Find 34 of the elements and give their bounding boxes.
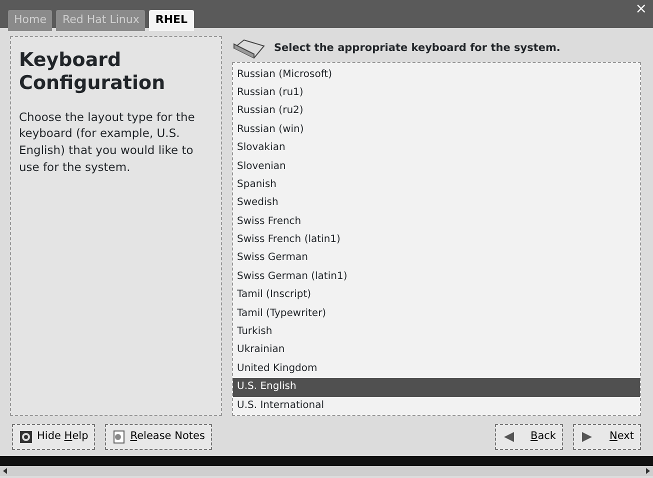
keyboard-item[interactable]: Swedish (233, 194, 640, 213)
help-text: Choose the layout type for the keyboard (for example, U.S. English) that you would like to use for the system. (19, 108, 196, 176)
keyboard-item[interactable]: Russian (ru2) (233, 102, 640, 121)
keyboard-item[interactable]: U.S. International (233, 396, 640, 415)
keyboard-item[interactable]: Slovenian (233, 158, 640, 176)
keyboard-item[interactable]: Swiss German (latin1) (233, 268, 640, 286)
keyboard-item[interactable]: U.S. English (233, 378, 640, 397)
tab[interactable]: RHEL (149, 10, 194, 30)
next-arrow-icon (580, 430, 594, 444)
keyboard-icon (232, 38, 266, 60)
keyboard-item[interactable]: Swiss French (233, 212, 640, 232)
document-icon (112, 430, 126, 444)
back-arrow-icon (502, 430, 516, 444)
help-title: Keyboard Configuration (19, 49, 166, 95)
keyboard-item[interactable]: Russian (Microsoft) (233, 66, 640, 84)
release-notes-button[interactable]: Release Notes (105, 424, 212, 450)
keyboard-item[interactable]: Swiss German (233, 249, 640, 268)
keyboard-item[interactable]: Tamil (Typewriter) (233, 304, 640, 324)
close-button[interactable]: × (635, 0, 647, 18)
keyboard-item[interactable]: Russian (ru1) (233, 84, 640, 102)
back-button[interactable]: Back (495, 424, 563, 450)
lifebuoy-icon (19, 430, 33, 444)
hide-help-button[interactable]: Hide Help (12, 424, 96, 450)
keyboard-item[interactable]: United Kingdom (233, 360, 640, 378)
keyboard-item[interactable]: Slovakian (233, 139, 640, 158)
keyboard-item[interactable]: Ukrainian (233, 341, 640, 360)
next-button[interactable]: Next (573, 424, 641, 450)
keyboard-item[interactable]: Turkish (233, 323, 640, 342)
keyboard-item[interactable]: Russian (win) (233, 120, 640, 140)
keyboard-item[interactable]: Swiss French (latin1) (233, 231, 640, 250)
prompt-text: Select the appropriate keyboard for the system. (274, 40, 560, 56)
keyboard-item[interactable]: Tamil (Inscript) (233, 286, 640, 305)
horizontal-scrollbar[interactable] (0, 466, 653, 476)
keyboard-item[interactable]: Spanish (233, 176, 640, 194)
